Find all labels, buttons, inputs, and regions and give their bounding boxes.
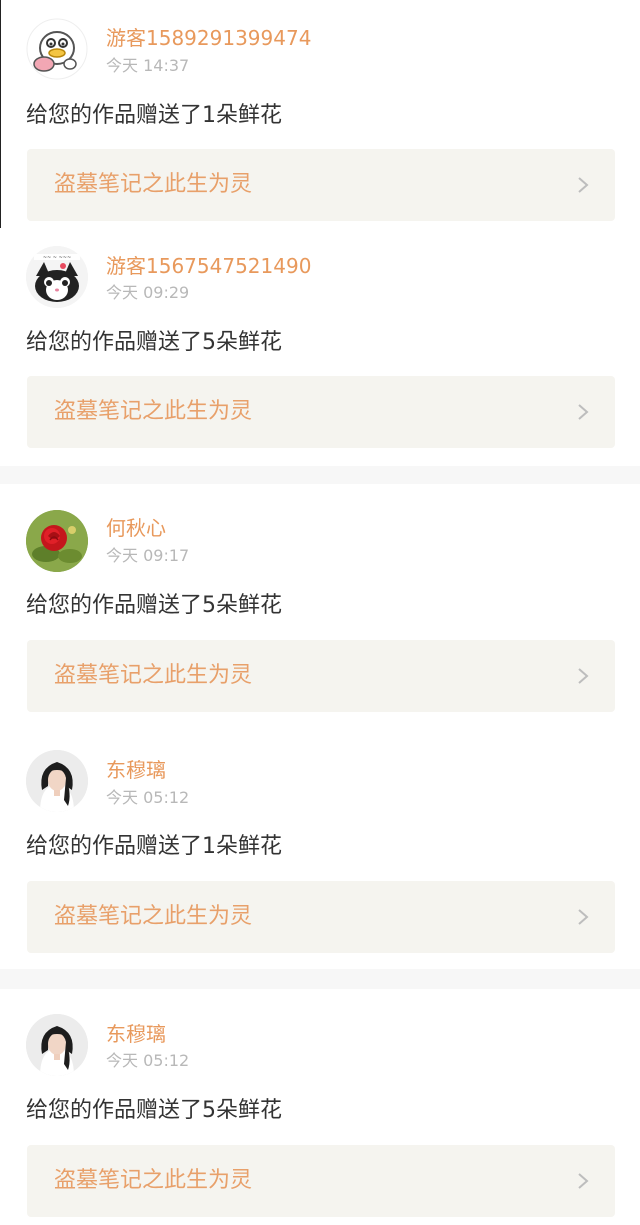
username-link[interactable]: 游客1567547521490 (106, 254, 311, 278)
chevron-right-icon (577, 667, 589, 685)
work-title: 盗墓笔记之此生为灵 (54, 1168, 253, 1193)
notification-item: ~~ ~ ~~~ 游客1567547521490 今天 09:29 给您的作品赠… (0, 228, 640, 466)
notification-item: 东穆璃 今天 05:12 给您的作品赠送了1朵鲜花 盗墓笔记之此生为灵 (0, 724, 640, 969)
notification-item: 东穆璃 今天 05:12 给您的作品赠送了5朵鲜花 盗墓笔记之此生为灵 (0, 989, 640, 1225)
section-divider (0, 466, 640, 484)
timestamp: 今天 09:17 (106, 546, 190, 565)
chevron-right-icon (577, 403, 589, 421)
work-title: 盗墓笔记之此生为灵 (54, 399, 253, 424)
chevron-right-icon (577, 176, 589, 194)
work-title: 盗墓笔记之此生为灵 (54, 172, 253, 197)
girl-portrait-avatar-icon[interactable] (26, 750, 88, 812)
username-link[interactable]: 东穆璃 (106, 1022, 166, 1046)
gift-message: 给您的作品赠送了1朵鲜花 (26, 834, 282, 859)
timestamp: 今天 05:12 (106, 1051, 190, 1070)
username-link[interactable]: 何秋心 (106, 516, 166, 540)
chevron-right-icon (577, 908, 589, 926)
gift-message: 给您的作品赠送了5朵鲜花 (26, 593, 282, 618)
section-divider (0, 969, 640, 989)
red-rose-avatar-icon[interactable] (26, 510, 88, 572)
chevron-right-icon (577, 1172, 589, 1190)
work-link-button[interactable]: 盗墓笔记之此生为灵 (27, 1145, 615, 1217)
svg-text:~~ ~ ~~~: ~~ ~ ~~~ (43, 255, 71, 261)
notification-item: 何秋心 今天 09:17 给您的作品赠送了5朵鲜花 盗墓笔记之此生为灵 (0, 484, 640, 724)
notification-item: 游客1589291399474 今天 14:37 给您的作品赠送了1朵鲜花 盗墓… (0, 0, 640, 228)
timestamp: 今天 14:37 (106, 56, 190, 75)
work-title: 盗墓笔记之此生为灵 (54, 663, 253, 688)
girl-portrait-avatar-icon[interactable] (26, 1014, 88, 1076)
gift-notification-feed: 游客1589291399474 今天 14:37 给您的作品赠送了1朵鲜花 盗墓… (0, 0, 640, 1225)
work-title: 盗墓笔记之此生为灵 (54, 904, 253, 929)
work-link-button[interactable]: 盗墓笔记之此生为灵 (27, 149, 615, 221)
username-link[interactable]: 东穆璃 (106, 758, 166, 782)
cat-cartoon-avatar-icon[interactable]: ~~ ~ ~~~ (26, 246, 88, 308)
screenshot-edge-line (0, 0, 1, 228)
duck-cartoon-avatar-icon[interactable] (26, 18, 88, 80)
timestamp: 今天 09:29 (106, 283, 190, 302)
timestamp: 今天 05:12 (106, 788, 190, 807)
gift-message: 给您的作品赠送了1朵鲜花 (26, 103, 282, 128)
work-link-button[interactable]: 盗墓笔记之此生为灵 (27, 881, 615, 953)
gift-message: 给您的作品赠送了5朵鲜花 (26, 330, 282, 355)
username-link[interactable]: 游客1589291399474 (106, 26, 311, 50)
gift-message: 给您的作品赠送了5朵鲜花 (26, 1098, 282, 1123)
work-link-button[interactable]: 盗墓笔记之此生为灵 (27, 376, 615, 448)
work-link-button[interactable]: 盗墓笔记之此生为灵 (27, 640, 615, 712)
